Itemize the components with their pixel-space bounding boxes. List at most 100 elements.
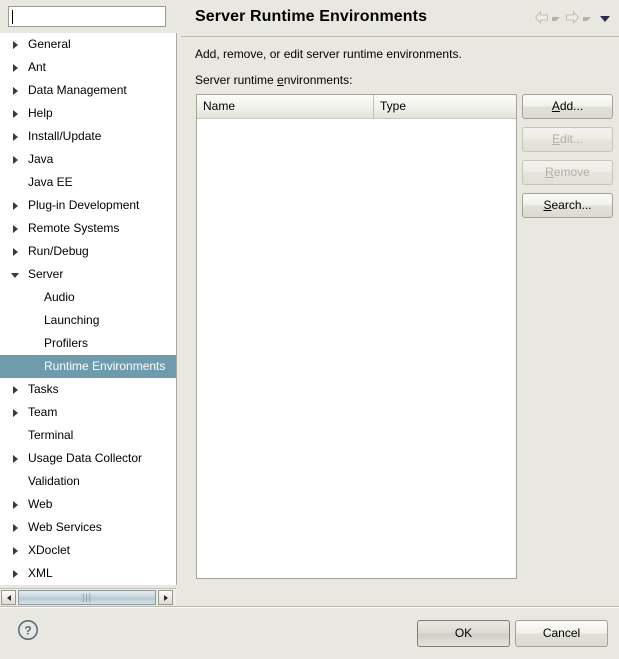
tree-expand-arrow-right-icon[interactable] xyxy=(13,386,18,394)
sidebar-item-label: Tasks xyxy=(28,378,59,401)
sidebar-item-validation[interactable]: Validation xyxy=(0,470,176,493)
tree-expand-arrow-right-icon[interactable] xyxy=(13,547,18,555)
sidebar-item-label: Help xyxy=(28,102,53,125)
forward-button[interactable] xyxy=(565,11,591,24)
cancel-button[interactable]: Cancel xyxy=(515,620,608,647)
sidebar-item-web-services[interactable]: Web Services xyxy=(0,516,176,539)
table-header-row: Name Type xyxy=(197,95,516,119)
sidebar-item-profilers[interactable]: Profilers xyxy=(0,332,176,355)
button-label: earch... xyxy=(551,198,591,212)
sidebar-item-team[interactable]: Team xyxy=(0,401,176,424)
sidebar-item-label: XML xyxy=(28,562,53,585)
sidebar-item-label: Validation xyxy=(28,470,80,493)
text-cursor xyxy=(12,10,13,24)
edit-button: Edit... xyxy=(522,127,613,152)
table-body[interactable] xyxy=(197,119,516,579)
search-input[interactable] xyxy=(13,10,165,24)
sidebar-item-label: Plug-in Development xyxy=(28,194,139,217)
scrollbar-thumb[interactable]: ||| xyxy=(18,590,156,605)
ok-button[interactable]: OK xyxy=(417,620,510,647)
sidebar-item-ant[interactable]: Ant xyxy=(0,56,176,79)
sidebar-item-audio[interactable]: Audio xyxy=(0,286,176,309)
arrow-left-icon xyxy=(534,11,549,24)
sidebar-item-label: Profilers xyxy=(44,332,88,355)
table-action-buttons: Add... Edit... Remove Search... xyxy=(522,94,613,226)
sidebar-item-runtime-environments[interactable]: Runtime Environments xyxy=(0,355,176,378)
tree-expand-arrow-right-icon[interactable] xyxy=(13,133,18,141)
tree-expand-arrow-down-icon[interactable] xyxy=(11,273,19,278)
tree-expand-arrow-right-icon[interactable] xyxy=(13,248,18,256)
column-header-type[interactable]: Type xyxy=(374,95,516,118)
sidebar-item-tasks[interactable]: Tasks xyxy=(0,378,176,401)
sidebar-item-xml[interactable]: XML xyxy=(0,562,176,585)
forward-dropdown-icon[interactable] xyxy=(583,17,591,21)
sidebar-item-server[interactable]: Server xyxy=(0,263,176,286)
button-label: dd... xyxy=(560,99,583,113)
sidebar-item-launching[interactable]: Launching xyxy=(0,309,176,332)
sidebar-item-run-debug[interactable]: Run/Debug xyxy=(0,240,176,263)
sidebar-item-label: Runtime Environments xyxy=(44,355,165,378)
tree-expand-arrow-right-icon[interactable] xyxy=(13,524,18,532)
tree-expand-arrow-right-icon[interactable] xyxy=(13,156,18,164)
sidebar-item-usage-data-collector[interactable]: Usage Data Collector xyxy=(0,447,176,470)
sidebar-item-label: XDoclet xyxy=(28,539,70,562)
tree-horizontal-scrollbar[interactable]: ||| xyxy=(0,588,176,605)
add-button[interactable]: Add... xyxy=(522,94,613,119)
scrollbar-grip-icon: ||| xyxy=(82,593,92,602)
sidebar-item-label: Usage Data Collector xyxy=(28,447,142,470)
sidebar-item-general[interactable]: General xyxy=(0,33,176,56)
sidebar-item-data-management[interactable]: Data Management xyxy=(0,79,176,102)
preferences-tree[interactable]: GeneralAntData ManagementHelpInstall/Upd… xyxy=(0,33,177,585)
button-label: dit... xyxy=(560,132,583,146)
sidebar-item-label: Web Services xyxy=(28,516,102,539)
sidebar-item-plug-in-development[interactable]: Plug-in Development xyxy=(0,194,176,217)
list-label-pre: Server runtime xyxy=(195,73,277,87)
tree-expand-arrow-right-icon[interactable] xyxy=(13,87,18,95)
sidebar-item-label: Terminal xyxy=(28,424,73,447)
tree-expand-arrow-right-icon[interactable] xyxy=(13,570,18,578)
list-label-mnemonic: e xyxy=(277,73,284,87)
tree-expand-arrow-right-icon[interactable] xyxy=(13,225,18,233)
help-question-icon[interactable]: ? xyxy=(17,619,39,644)
sidebar-item-label: Ant xyxy=(28,56,46,79)
column-header-name[interactable]: Name xyxy=(197,95,374,118)
page-title: Server Runtime Environments xyxy=(195,8,427,26)
sidebar-item-label: Install/Update xyxy=(28,125,101,148)
tree-expand-arrow-right-icon[interactable] xyxy=(13,455,18,463)
sidebar-item-label: Remote Systems xyxy=(28,217,119,240)
back-button[interactable] xyxy=(534,11,560,24)
search-button[interactable]: Search... xyxy=(522,193,613,218)
tree-expand-arrow-right-icon[interactable] xyxy=(13,202,18,210)
svg-text:?: ? xyxy=(24,624,31,638)
chevron-down-icon[interactable] xyxy=(600,16,610,22)
sidebar-item-install-update[interactable]: Install/Update xyxy=(0,125,176,148)
filter-text-box[interactable] xyxy=(8,6,166,27)
sidebar-item-remote-systems[interactable]: Remote Systems xyxy=(0,217,176,240)
tree-expand-arrow-right-icon[interactable] xyxy=(13,41,18,49)
preferences-dialog: GeneralAntData ManagementHelpInstall/Upd… xyxy=(0,0,619,659)
sidebar-item-java[interactable]: Java xyxy=(0,148,176,171)
sidebar-item-java-ee[interactable]: Java EE xyxy=(0,171,176,194)
tree-expand-arrow-right-icon[interactable] xyxy=(13,409,18,417)
runtime-environments-table[interactable]: Name Type xyxy=(196,94,517,579)
preference-page: Server Runtime Environments Add, remove xyxy=(181,0,619,606)
button-mnemonic: A xyxy=(552,99,560,113)
sidebar-item-web[interactable]: Web xyxy=(0,493,176,516)
sidebar-item-label: Web xyxy=(28,493,52,516)
button-label: emove xyxy=(554,165,590,179)
page-navigation-controls xyxy=(534,11,610,24)
tree-expand-arrow-right-icon[interactable] xyxy=(13,501,18,509)
sidebar-item-terminal[interactable]: Terminal xyxy=(0,424,176,447)
sidebar-item-label: Java EE xyxy=(28,171,73,194)
tree-expand-arrow-right-icon[interactable] xyxy=(13,64,18,72)
scroll-left-arrow-icon[interactable] xyxy=(1,590,16,605)
sidebar-item-xdoclet[interactable]: XDoclet xyxy=(0,539,176,562)
sidebar-item-help[interactable]: Help xyxy=(0,102,176,125)
scroll-right-arrow-icon[interactable] xyxy=(158,590,173,605)
back-dropdown-icon[interactable] xyxy=(552,17,560,21)
button-mnemonic: R xyxy=(545,165,554,179)
tree-expand-arrow-right-icon[interactable] xyxy=(13,110,18,118)
preferences-sidebar: GeneralAntData ManagementHelpInstall/Upd… xyxy=(0,0,180,606)
page-description: Add, remove, or edit server runtime envi… xyxy=(195,47,462,61)
button-mnemonic: E xyxy=(552,132,560,146)
